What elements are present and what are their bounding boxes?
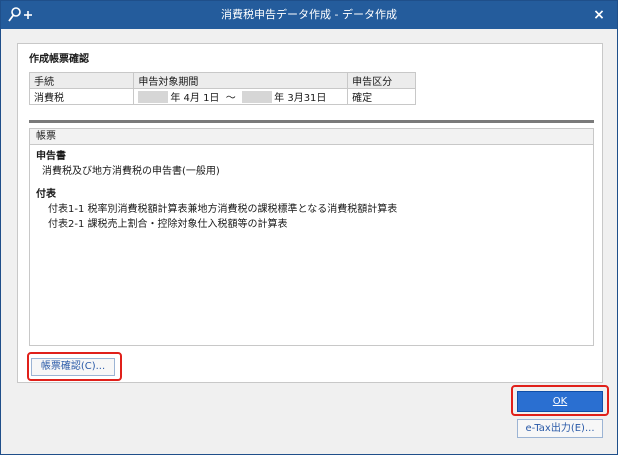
cell-period: 年 4月 1日 ～ 年 3月31日 <box>133 88 349 105</box>
form-preview-button[interactable]: 帳票確認(C)... <box>31 358 115 376</box>
form-group-title: 付表 <box>36 189 56 200</box>
table-header-row: 手続 申告対象期間 申告区分 <box>28 72 416 89</box>
main-panel: 作成帳票確認 手続 申告対象期間 申告区分 消費税 年 4月 1日 ～ 年 3月… <box>17 43 603 383</box>
etax-output-button[interactable]: e-Tax出力(E)... <box>517 419 603 438</box>
title-bar[interactable]: 消費税申告データ作成 - データ作成 × <box>1 1 617 29</box>
window-title: 消費税申告データ作成 - データ作成 <box>221 8 397 21</box>
masked-year-start <box>138 90 169 103</box>
period-start: 年 4月 1日 <box>170 93 220 104</box>
table-row: 消費税 年 4月 1日 ～ 年 3月31日 確定 <box>28 88 416 105</box>
section-title: 作成帳票確認 <box>29 54 89 65</box>
forms-list[interactable]: 帳票 申告書 消費税及び地方消費税の申告書(一般用) 付表 付表1-1 税率別消… <box>29 128 594 346</box>
header-procedure: 手続 <box>28 72 135 89</box>
list-item: 付表2-1 課税売上割合・控除対象仕入税額等の計算表 <box>48 219 288 230</box>
forms-header: 帳票 <box>30 129 593 145</box>
close-icon: × <box>593 7 605 23</box>
ok-label: OK <box>552 396 568 407</box>
period-end: 年 3月31日 <box>274 93 327 104</box>
header-period: 申告対象期間 <box>133 72 349 89</box>
cell-procedure: 消費税 <box>28 88 135 105</box>
forms-body: 申告書 消費税及び地方消費税の申告書(一般用) 付表 付表1-1 税率別消費税額… <box>36 149 586 232</box>
form-group-title: 申告書 <box>36 151 66 162</box>
ok-button[interactable]: OK <box>517 391 603 412</box>
masked-year-end <box>242 90 273 103</box>
list-item: 消費税及び地方消費税の申告書(一般用) <box>42 166 220 177</box>
header-category: 申告区分 <box>347 72 416 89</box>
close-button[interactable]: × <box>585 3 613 27</box>
list-item: 付表1-1 税率別消費税額計算表兼地方消費税の課税標準となる消費税額計算表 <box>48 204 398 215</box>
cell-category: 確定 <box>347 88 416 105</box>
separator <box>29 120 594 123</box>
period-tilde: ～ <box>225 93 236 104</box>
dialog-window: 消費税申告データ作成 - データ作成 × 作成帳票確認 手続 申告対象期間 申告… <box>0 0 618 455</box>
confirm-table: 手続 申告対象期間 申告区分 消費税 年 4月 1日 ～ 年 3月31日 確定 <box>28 72 416 105</box>
